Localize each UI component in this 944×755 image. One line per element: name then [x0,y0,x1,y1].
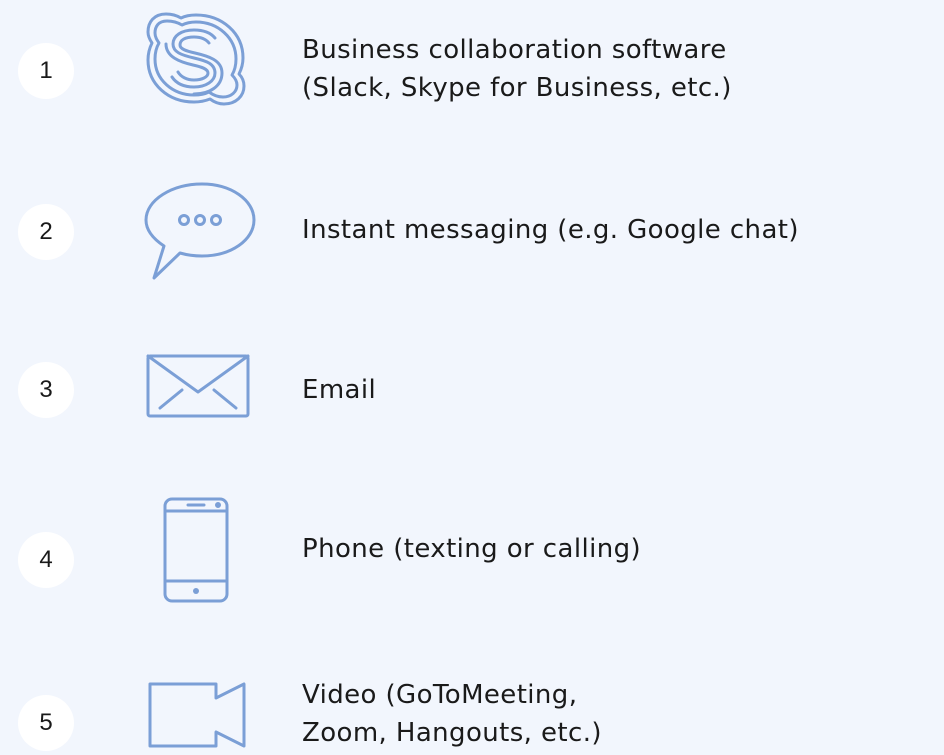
item-label: Email [302,375,377,405]
item-number-badge: 3 [18,362,74,418]
item-label: Instant messaging (e.g. Google chat) [302,215,799,245]
smartphone-icon [136,497,256,607]
item-number-badge: 5 [18,695,74,751]
video-camera-icon [136,680,256,752]
skype-icon [136,10,256,110]
item-label: Phone (texting or calling) [302,534,642,564]
item-number-badge: 4 [18,532,74,588]
envelope-icon [136,352,256,422]
communication-channels-list: 1 Business collaboration software (Slack… [0,0,944,755]
item-label: Video (GoToMeeting, Zoom, Hangouts, etc.… [302,680,602,748]
item-label: Business collaboration software (Slack, … [302,35,732,103]
item-number-badge: 2 [18,204,74,260]
item-number-badge: 1 [18,43,74,99]
chat-bubble-icon [136,180,266,290]
